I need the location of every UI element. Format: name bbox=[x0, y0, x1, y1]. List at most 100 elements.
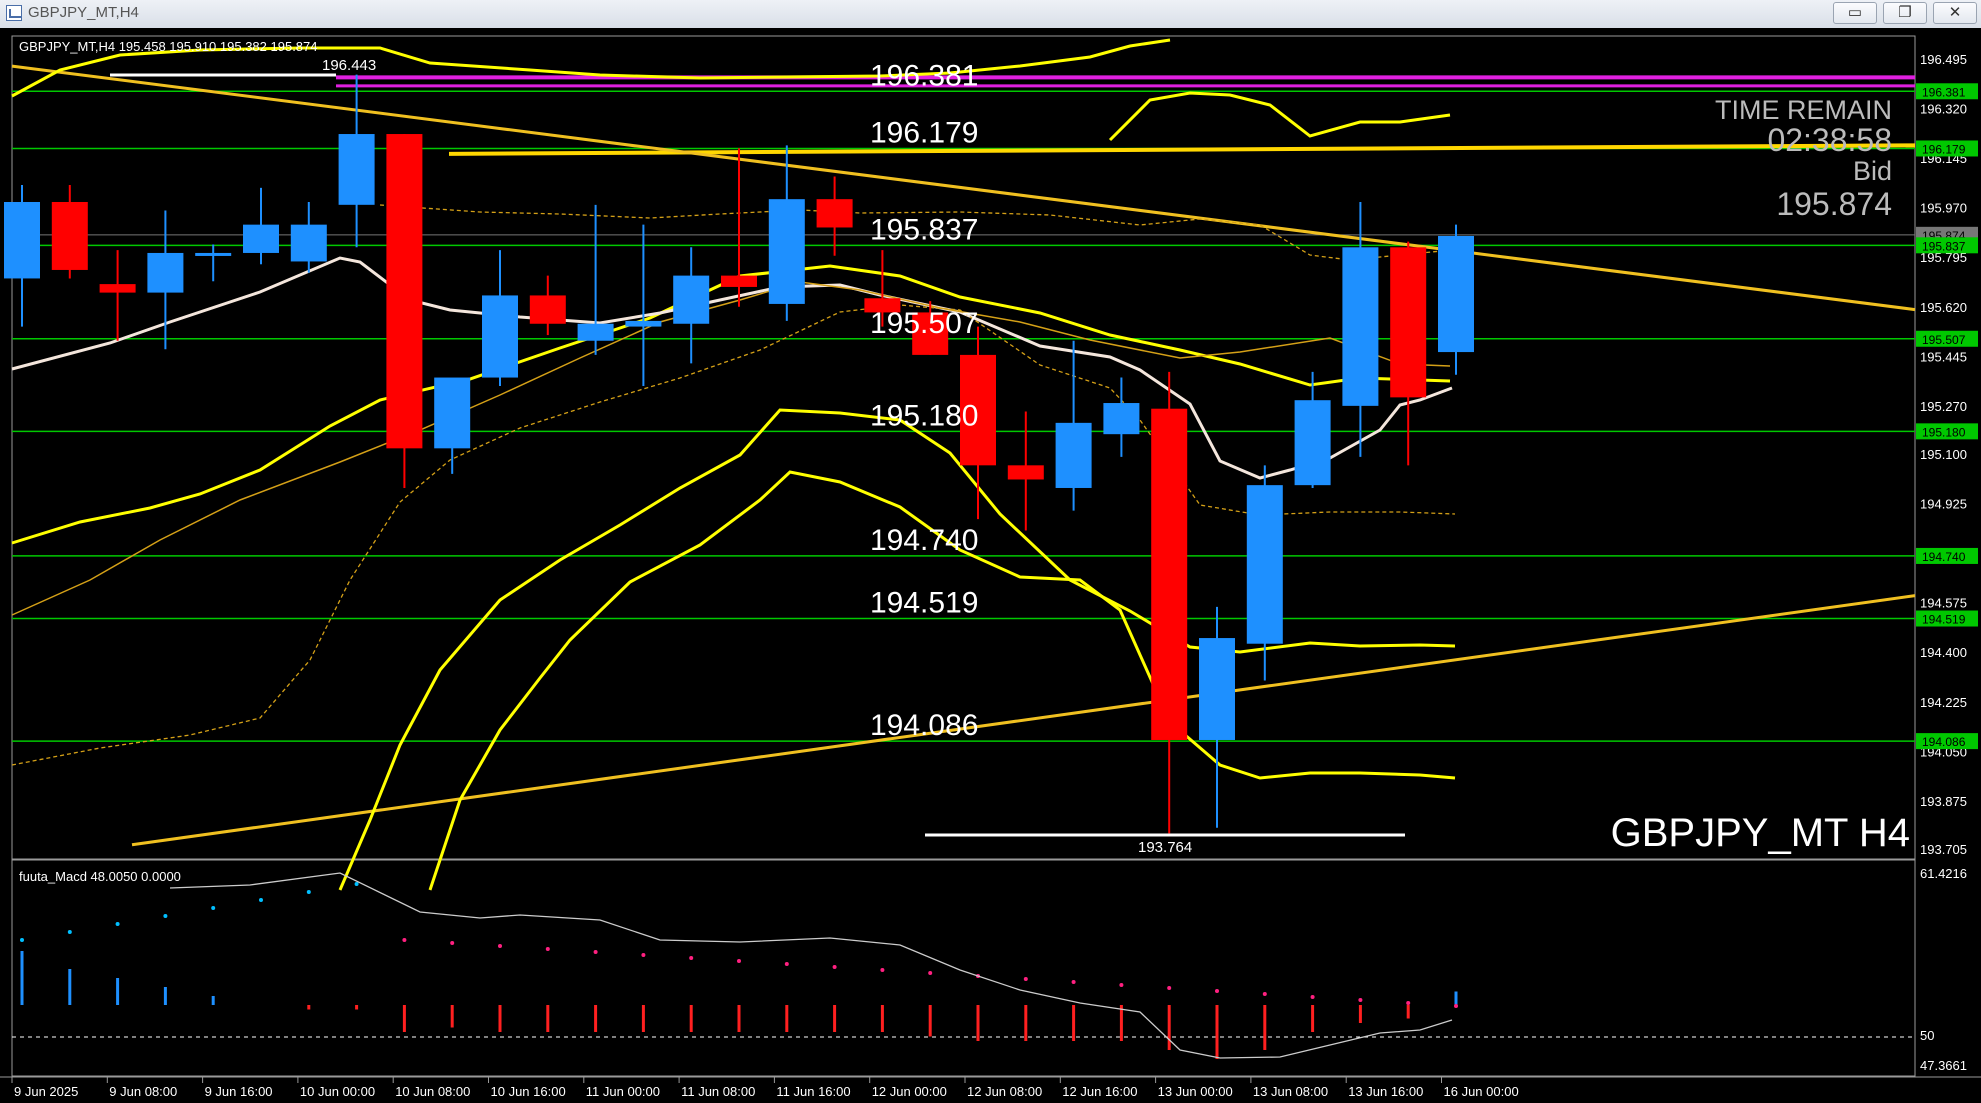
time-label: 11 Jun 00:00 bbox=[586, 1084, 660, 1099]
indicator-tick-top: 61.4216 bbox=[1920, 866, 1967, 881]
level-badge-label: 194.519 bbox=[1922, 613, 1966, 627]
chart-frame[interactable]: 196.381 196.179 195.837 195.507 195.180 194.7… bbox=[0, 28, 1981, 1103]
macd-signal-dot bbox=[67, 930, 72, 934]
minimize-icon: ▭ bbox=[1847, 4, 1863, 21]
price-tick: 194.400 bbox=[1920, 645, 1967, 660]
level-badge-label: 196.381 bbox=[1922, 85, 1966, 99]
close-icon: ✕ bbox=[1948, 4, 1962, 21]
macd-signal-dot bbox=[498, 944, 502, 948]
level-label: 194.740 bbox=[870, 524, 978, 557]
window-title: GBPJPY_MT,H4 bbox=[28, 4, 139, 21]
price-tick: 194.225 bbox=[1920, 695, 1967, 710]
candle-body bbox=[338, 134, 375, 205]
macd-signal-dot bbox=[1310, 995, 1315, 999]
macd-signal-dot bbox=[880, 968, 885, 972]
descending-trendline bbox=[11, 64, 1916, 312]
moving-average-line bbox=[11, 256, 1453, 480]
time-label: 12 Jun 16:00 bbox=[1062, 1084, 1137, 1099]
candle-body bbox=[1390, 247, 1427, 398]
minimize-button[interactable]: ▭ bbox=[1833, 2, 1877, 24]
indicator-border bbox=[11, 859, 1916, 1077]
candle-body bbox=[1055, 422, 1092, 488]
time-label: 10 Jun 16:00 bbox=[491, 1084, 566, 1099]
level-label: 195.507 bbox=[870, 307, 978, 340]
macd-signal-dot bbox=[593, 950, 598, 954]
candle-body bbox=[4, 201, 40, 279]
level-badge-label: 194.740 bbox=[1922, 550, 1966, 564]
macd-signal-dot bbox=[1454, 1004, 1458, 1008]
level-labels: 196.381 196.179 195.837 195.507 195.180 194.7… bbox=[870, 59, 978, 742]
candle-body bbox=[243, 224, 279, 253]
candle-body bbox=[51, 201, 88, 270]
macd-signal-dot bbox=[1406, 1001, 1411, 1005]
candle-body bbox=[1294, 400, 1331, 486]
time-axis: 9 Jun 2025 9 Jun 08:00 9 Jun 16:00 10 Jun 0… bbox=[11, 1077, 1519, 1099]
window-titlebar[interactable]: GBPJPY_MT,H4 ▭ ❐ ✕ bbox=[0, 0, 1981, 29]
level-label: 196.179 bbox=[870, 116, 978, 149]
candle-body bbox=[1151, 408, 1188, 740]
maximize-button[interactable]: ❐ bbox=[1883, 2, 1927, 24]
chart-header: GBPJPY_MT,H4 195.458 195.910 195.382 195… bbox=[19, 39, 318, 54]
macd-signal-dot bbox=[737, 959, 741, 963]
candle-body bbox=[816, 199, 853, 228]
level-label: 194.519 bbox=[870, 587, 978, 620]
high-marker-label: 196.443 bbox=[322, 57, 376, 74]
macd-signal-dot bbox=[1119, 983, 1124, 987]
bollinger-band bbox=[11, 264, 1451, 545]
macd-signal-dot bbox=[832, 965, 837, 969]
price-tick: 193.875 bbox=[1920, 794, 1967, 809]
time-label: 9 Jun 2025 bbox=[14, 1084, 78, 1099]
indicator-label: fuuta_Macd 48.0050 0.0000 bbox=[19, 869, 181, 884]
price-tick: 196.495 bbox=[1920, 52, 1967, 67]
time-label: 9 Jun 08:00 bbox=[109, 1084, 177, 1099]
candle-body bbox=[625, 320, 662, 327]
level-badge-label: 194.086 bbox=[1922, 735, 1966, 749]
macd-signal-dot bbox=[1262, 992, 1267, 996]
price-tick: 195.620 bbox=[1920, 300, 1967, 315]
candle-body bbox=[721, 275, 757, 287]
level-badge-label: 196.179 bbox=[1922, 142, 1966, 156]
price-tick: 195.270 bbox=[1920, 399, 1967, 414]
time-label: 9 Jun 16:00 bbox=[205, 1084, 273, 1099]
candle-body bbox=[99, 284, 136, 293]
macd-signal-dot bbox=[306, 890, 311, 894]
candle-body bbox=[1342, 247, 1379, 406]
level-label: 195.837 bbox=[870, 213, 978, 246]
indicator-tick-mid: 50 bbox=[1920, 1028, 1934, 1043]
macd-signal-dot bbox=[354, 882, 359, 886]
candle-body bbox=[1246, 485, 1283, 644]
level-label: 194.086 bbox=[870, 709, 978, 742]
macd-signal-dot bbox=[641, 953, 646, 957]
time-label: 11 Jun 16:00 bbox=[776, 1084, 850, 1099]
time-remain-label: TIME REMAIN bbox=[1715, 95, 1892, 125]
time-remain-value: 02:38:58 bbox=[1767, 122, 1892, 158]
price-tick: 194.925 bbox=[1920, 497, 1967, 512]
candle-body bbox=[673, 275, 710, 324]
candle-body bbox=[1007, 465, 1044, 480]
chart-canvas[interactable]: 196.381 196.179 195.837 195.507 195.180 194.7… bbox=[0, 28, 1981, 1103]
macd-signal-dot bbox=[1215, 989, 1219, 993]
macd-signal-dot bbox=[1071, 980, 1076, 984]
candle-body bbox=[195, 252, 232, 256]
candle-body bbox=[529, 295, 566, 324]
price-tick: 195.445 bbox=[1920, 349, 1967, 364]
candle-body bbox=[768, 199, 805, 304]
macd-histogram bbox=[20, 872, 1458, 1059]
price-tick: 193.705 bbox=[1920, 842, 1967, 857]
macd-signal-dot bbox=[689, 956, 694, 960]
macd-signal-dot bbox=[450, 941, 455, 945]
bid-value: 195.874 bbox=[1776, 186, 1892, 222]
close-button[interactable]: ✕ bbox=[1933, 2, 1977, 24]
time-label: 12 Jun 08:00 bbox=[967, 1084, 1042, 1099]
chart-window-icon bbox=[6, 5, 22, 21]
bid-label: Bid bbox=[1853, 156, 1892, 186]
candle-body bbox=[577, 323, 614, 341]
macd-signal-dot bbox=[115, 922, 120, 926]
macd-signal-dot bbox=[211, 906, 216, 910]
price-tick: 194.575 bbox=[1920, 596, 1967, 611]
level-badge-label: 195.837 bbox=[1922, 239, 1966, 253]
macd-signal-dot bbox=[545, 947, 550, 951]
level-label: 196.381 bbox=[870, 59, 978, 92]
candle-body bbox=[434, 377, 471, 449]
candle-body bbox=[290, 224, 327, 262]
